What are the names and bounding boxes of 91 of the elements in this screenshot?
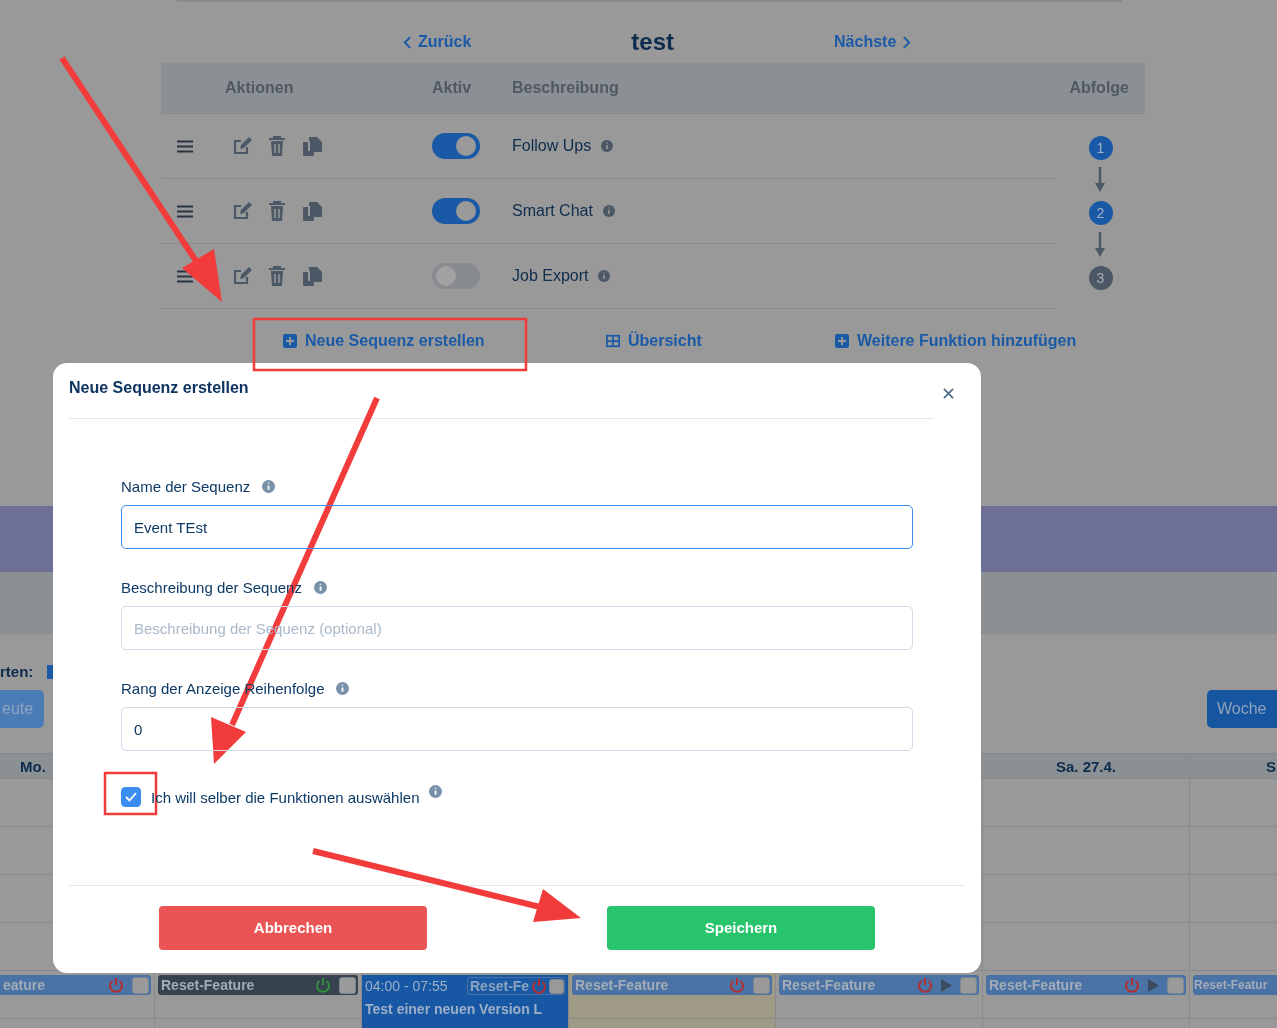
- step-number: 3: [1088, 266, 1113, 290]
- toggle-switch[interactable]: [432, 198, 480, 224]
- event-checkbox[interactable]: [1167, 976, 1184, 994]
- page-title: test: [631, 28, 675, 56]
- edit-icon[interactable]: [232, 136, 252, 156]
- arrow-down-icon: [1094, 167, 1106, 193]
- info-icon[interactable]: [601, 140, 614, 152]
- dialog-title: Neue Sequenz erstellen: [69, 378, 249, 397]
- drag-handle-icon[interactable]: [177, 269, 193, 283]
- event-checkbox[interactable]: [339, 976, 356, 994]
- day-header: Mo.: [20, 757, 46, 775]
- step-number: 1: [1088, 136, 1113, 160]
- week-button[interactable]: Woche: [1207, 690, 1277, 728]
- power-icon[interactable]: [108, 977, 124, 993]
- action-link[interactable]: Übersicht: [606, 332, 702, 350]
- toggle-switch[interactable]: [432, 263, 480, 289]
- column-header: Aktionen: [224, 79, 295, 97]
- column-header: Abfolge: [1068, 79, 1130, 97]
- trash-icon[interactable]: [267, 266, 287, 286]
- event-label: Reset-Fe: [470, 978, 530, 994]
- event-bar[interactable]: Reset-Feature: [986, 975, 1186, 995]
- action-link[interactable]: Neue Sequenz erstellen: [283, 332, 485, 350]
- copy-icon[interactable]: [302, 266, 322, 286]
- power-icon[interactable]: [1124, 977, 1140, 993]
- event-chip[interactable]: Reset-Fe: [467, 977, 565, 995]
- info-icon[interactable]: [598, 270, 611, 282]
- event-checkbox[interactable]: [549, 978, 565, 994]
- event-checkbox[interactable]: [132, 976, 149, 994]
- grid-icon: [606, 334, 620, 348]
- event-title: Test einer neuen Version L: [365, 1001, 544, 1017]
- info-icon[interactable]: [336, 681, 350, 695]
- day-header: Sa. 27.4.: [1055, 757, 1116, 775]
- info-icon[interactable]: [429, 784, 443, 798]
- power-icon[interactable]: [315, 977, 331, 993]
- plus-icon: [283, 334, 297, 348]
- checkmark-icon: [125, 792, 137, 802]
- sequence-name: Job Export: [512, 267, 589, 285]
- step-number: 2: [1088, 201, 1113, 225]
- event-bar[interactable]: eature: [0, 975, 151, 995]
- info-icon[interactable]: [602, 205, 615, 217]
- today-button[interactable]: eute: [0, 690, 44, 728]
- trash-icon[interactable]: [267, 136, 287, 156]
- event-label: Reset-Feature: [989, 977, 1084, 993]
- trash-icon[interactable]: [267, 201, 287, 221]
- event-bar[interactable]: Reset-Feature: [779, 975, 979, 995]
- legend-label: rten:: [0, 663, 34, 680]
- event-bar[interactable]: Reset-Feature: [158, 975, 358, 995]
- input-field[interactable]: Event TEst: [121, 505, 913, 549]
- chevron-right-icon: [902, 35, 912, 49]
- copy-icon[interactable]: [302, 201, 322, 221]
- event-label: Reset-Feature: [161, 977, 256, 993]
- power-icon[interactable]: [531, 978, 548, 994]
- back-link[interactable]: Zurück: [403, 33, 472, 51]
- event-label: Reset-Feature: [575, 977, 670, 993]
- copy-icon[interactable]: [302, 136, 322, 156]
- close-icon[interactable]: [943, 388, 954, 399]
- event-label: Reset-Feature: [782, 977, 877, 993]
- toggle-switch[interactable]: [432, 133, 480, 159]
- save-button[interactable]: Speichern: [607, 905, 875, 950]
- action-link[interactable]: Weitere Funktion hinzufügen: [835, 332, 1077, 350]
- day-header: S: [1266, 757, 1276, 775]
- sequence-name: Smart Chat: [512, 202, 593, 220]
- event-time: 04:00 - 07:55: [365, 978, 448, 994]
- info-icon[interactable]: [313, 580, 327, 594]
- drag-handle-icon[interactable]: [177, 139, 193, 153]
- column-header: Aktiv: [431, 79, 473, 97]
- event-block[interactable]: 04:00 - 07:55 Reset-Fe Test einer neuen Version L: [362, 975, 568, 1028]
- input-field[interactable]: 0: [121, 707, 913, 751]
- cancel-button[interactable]: Abbrechen: [159, 905, 427, 950]
- power-icon[interactable]: [729, 977, 745, 993]
- event-bar[interactable]: Reset-Featur: [1193, 975, 1277, 995]
- event-label: Reset-Featur: [1194, 978, 1269, 992]
- column-header: Beschreibung: [511, 79, 620, 97]
- next-link[interactable]: Nächste: [834, 33, 912, 51]
- edit-icon[interactable]: [232, 266, 252, 286]
- checkbox[interactable]: [121, 787, 141, 807]
- event-label: eature: [3, 977, 47, 993]
- arrow-down-icon: [1094, 232, 1106, 258]
- play-icon[interactable]: [941, 978, 952, 992]
- power-icon[interactable]: [917, 977, 933, 993]
- edit-icon[interactable]: [232, 201, 252, 221]
- chevron-left-icon: [403, 35, 412, 49]
- event-bar[interactable]: Reset-Feature: [572, 975, 772, 995]
- plus-icon: [835, 334, 849, 348]
- play-icon[interactable]: [1148, 978, 1159, 992]
- sequence-name: Follow Ups: [512, 137, 592, 155]
- event-checkbox[interactable]: [960, 976, 977, 994]
- field-label: Name der Sequenz: [121, 477, 251, 495]
- event-checkbox[interactable]: [753, 976, 770, 994]
- info-icon[interactable]: [262, 479, 276, 493]
- drag-handle-icon[interactable]: [177, 204, 193, 218]
